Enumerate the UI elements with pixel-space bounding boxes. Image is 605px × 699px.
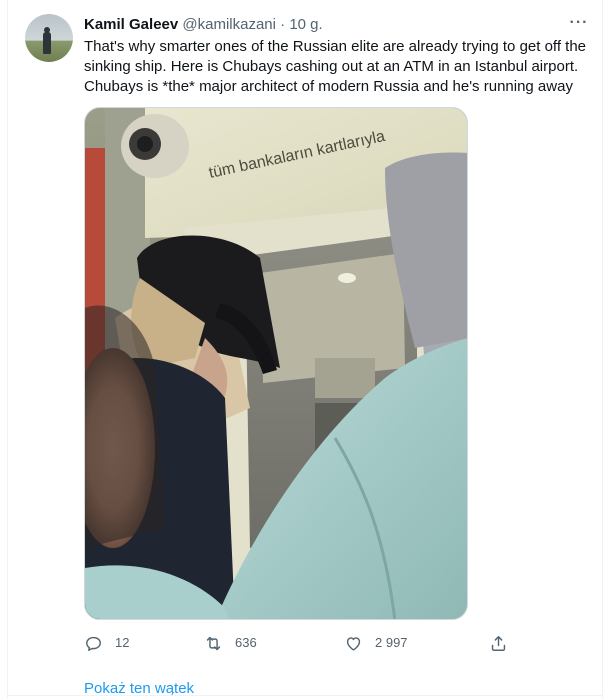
reply-button[interactable]: 12 [84, 630, 129, 656]
retweet-count: 636 [235, 635, 257, 650]
share-icon [491, 635, 506, 651]
retweet-icon [206, 636, 221, 650]
tweet-photo[interactable]: tüm bankaların kartlarıyla [84, 107, 468, 620]
atm-photo-illustration: tüm bankaların kartlarıyla [85, 108, 467, 619]
avatar[interactable] [25, 14, 73, 62]
author-handle[interactable]: @kamilkazani [182, 16, 276, 33]
tweet-text-line: sinking ship. Here is Chubays cashing ou… [84, 58, 579, 75]
more-dots-icon[interactable]: ··· [567, 13, 591, 33]
show-thread-link[interactable]: Pokaż ten wątek [84, 679, 194, 699]
retweet-button[interactable]: 636 [204, 630, 257, 656]
tweet-text: That's why smarter ones of the Russian e… [84, 37, 594, 97]
avatar-figure-body [43, 32, 51, 54]
share-button[interactable] [489, 630, 520, 656]
like-button[interactable]: 2 997 [344, 630, 408, 656]
author-name[interactable]: Kamil Galeev [84, 16, 178, 33]
tweet-header: Kamil Galeev @kamilkazani · 10 g. [84, 15, 323, 35]
like-count: 2 997 [375, 635, 408, 650]
tweet-actions: 12 636 2 997 [84, 630, 514, 656]
heart-icon [346, 636, 361, 651]
tweet-text-line: Chubays is *the* major architect of mode… [84, 78, 573, 95]
reply-count: 12 [115, 635, 130, 650]
reply-icon [86, 636, 101, 651]
tweet-time[interactable]: 10 g. [289, 16, 322, 33]
tweet-divider [7, 695, 603, 696]
header-separator: · [280, 16, 286, 33]
tweet-text-line: That's why smarter ones of the Russian e… [84, 38, 587, 55]
